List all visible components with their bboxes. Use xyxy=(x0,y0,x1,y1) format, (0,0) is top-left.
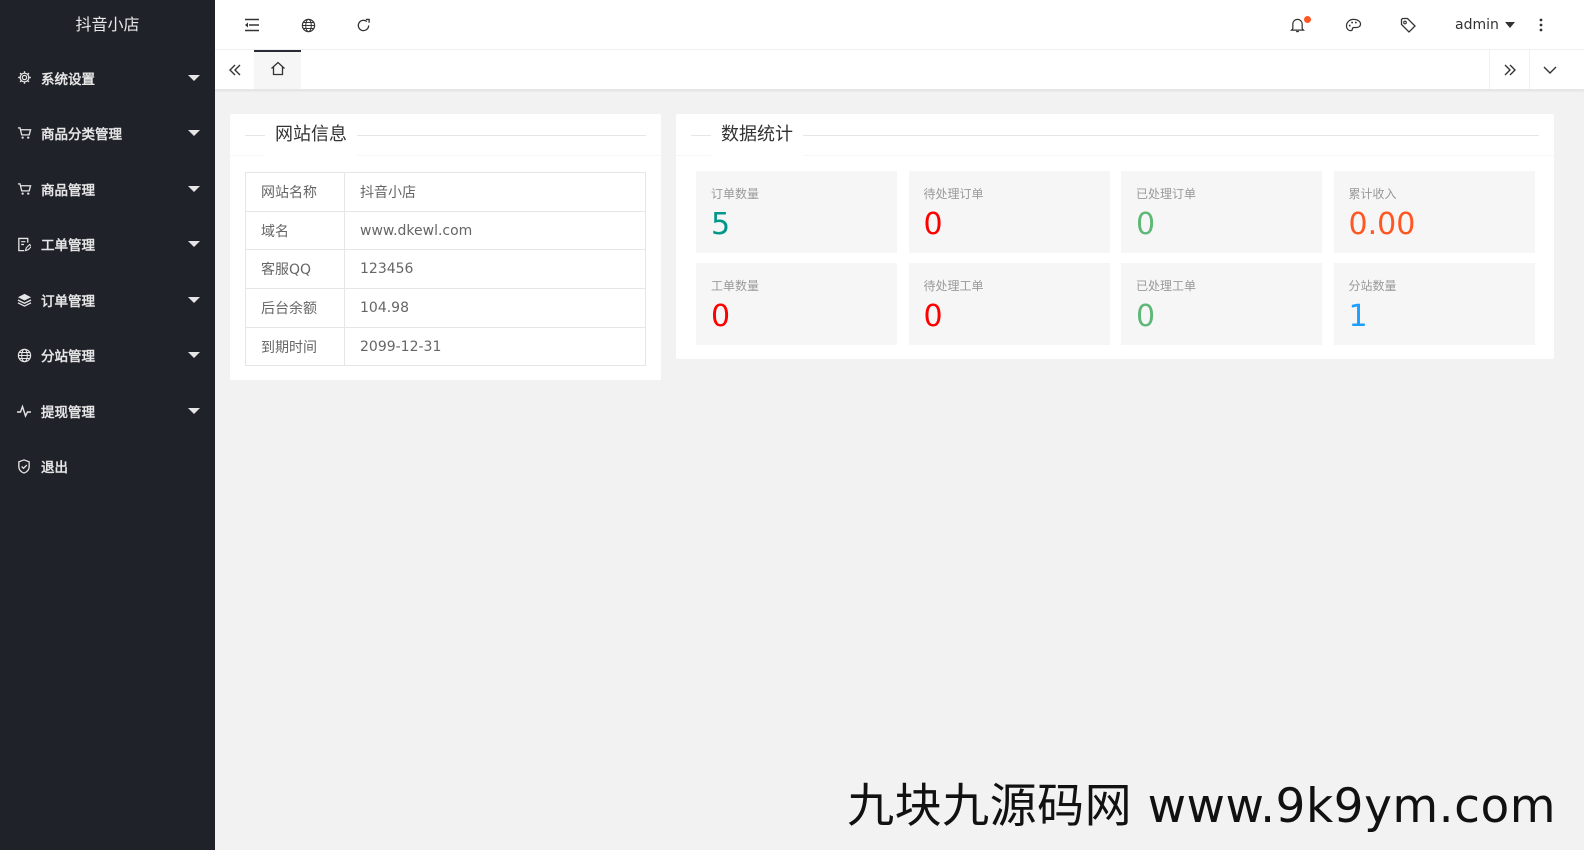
user-menu[interactable]: admin xyxy=(1455,0,1515,50)
stat-tile: 订单数量 5 xyxy=(696,171,897,253)
stat-value: 1 xyxy=(1348,299,1368,334)
globe-icon xyxy=(16,347,32,363)
stat-value: 5 xyxy=(711,207,731,242)
info-value: 2099-12-31 xyxy=(344,326,646,367)
tab-home[interactable] xyxy=(254,50,301,89)
table-row: 域名 www.dkewl.com xyxy=(245,210,646,251)
sidebar-menu: 系统设置商品分类管理 商品管理工单管理订单管理分站管理提现管理退出 xyxy=(0,50,215,494)
stat-label: 分站数量 xyxy=(1348,279,1397,293)
stat-value: 0 xyxy=(923,207,943,242)
caret-down-icon xyxy=(188,185,200,192)
theme-icon[interactable] xyxy=(1333,0,1373,50)
bell-icon[interactable] xyxy=(1277,0,1317,50)
info-value: www.dkewl.com xyxy=(344,210,646,251)
caret-down-icon xyxy=(188,407,200,414)
stats-header: 数据统计 xyxy=(676,114,1554,156)
sidebar-item[interactable]: 分站管理 xyxy=(0,328,215,384)
stat-label: 工单数量 xyxy=(711,279,760,293)
info-key: 网站名称 xyxy=(245,172,345,212)
info-key: 到期时间 xyxy=(245,326,345,367)
stat-tile: 分站数量 1 xyxy=(1333,263,1535,345)
info-key: 后台余额 xyxy=(245,288,345,328)
layers-icon xyxy=(16,292,32,308)
stat-value: 0 xyxy=(923,299,943,334)
stat-label: 已处理订单 xyxy=(1136,187,1197,201)
username: admin xyxy=(1455,17,1499,33)
edit-doc-icon xyxy=(16,236,32,252)
sidebar-item[interactable]: 商品管理 xyxy=(0,161,215,217)
stat-tile: 已处理工单 0 xyxy=(1121,263,1322,345)
chevron-down-icon xyxy=(1504,22,1515,28)
caret-down-icon xyxy=(188,241,200,248)
gear-icon xyxy=(16,70,32,86)
top-header: admin xyxy=(215,0,1584,50)
sidebar-item-label: 分站管理 xyxy=(41,349,95,366)
stat-value: 0.00 xyxy=(1348,207,1416,242)
sidebar: 抖音小店 系统设置商品分类管理 商品管理工单管理订单管理分站管理提现管理退出 xyxy=(0,0,215,850)
site-info-table: 网站名称 抖音小店 域名 www.dkewl.com 客服QQ 123456 后台余额 104… xyxy=(245,172,646,367)
info-value: 123456 xyxy=(344,249,646,290)
table-row: 客服QQ 123456 xyxy=(245,249,646,290)
stat-label: 订单数量 xyxy=(711,187,760,201)
sidebar-item[interactable]: 提现管理 xyxy=(0,383,215,439)
tab-scroll-left-icon[interactable] xyxy=(215,50,255,89)
stat-label: 待处理订单 xyxy=(923,187,984,201)
caret-down-icon xyxy=(188,74,200,81)
info-value: 抖音小店 xyxy=(344,172,646,212)
stat-label: 已处理工单 xyxy=(1136,279,1197,293)
tab-bar xyxy=(215,50,1584,90)
menu-fold-icon[interactable] xyxy=(232,0,272,50)
stat-label: 累计收入 xyxy=(1348,187,1397,201)
site-info-card: 网站信息 网站名称 抖音小店 域名 www.dkewl.com 客服QQ 123456 后台… xyxy=(230,114,661,380)
stats-title: 数据统计 xyxy=(711,114,803,156)
table-row: 后台余额 104.98 xyxy=(245,288,646,328)
sidebar-item-label: 订单管理 xyxy=(41,293,95,310)
stat-tile: 待处理订单 0 xyxy=(908,171,1110,253)
home-icon xyxy=(270,61,286,80)
tag-icon[interactable] xyxy=(1388,0,1428,50)
site-info-title: 网站信息 xyxy=(265,114,357,156)
stats-card: 数据统计 订单数量 5 待处理订单 0 已处理订单 0 累计收入 0.00 工单数量 0 待处理工单… xyxy=(676,114,1554,359)
tab-menu-chevron-down-icon[interactable] xyxy=(1529,50,1569,89)
stat-value: 0 xyxy=(1136,207,1156,242)
sidebar-item-label: 商品分类管理 xyxy=(41,127,122,144)
sidebar-item-label: 工单管理 xyxy=(41,238,95,255)
watermark: 九块九源码网 www.9k9ym.com xyxy=(847,779,1556,834)
table-row: 到期时间 2099-12-31 xyxy=(245,326,646,367)
caret-down-icon xyxy=(188,296,200,303)
sidebar-item[interactable]: 系统设置 xyxy=(0,50,215,106)
more-icon[interactable] xyxy=(1521,0,1561,50)
info-key: 域名 xyxy=(245,210,345,251)
cart-icon xyxy=(16,125,32,141)
stat-tile: 待处理工单 0 xyxy=(908,263,1110,345)
caret-down-icon xyxy=(188,352,200,359)
pulse-icon xyxy=(16,403,32,419)
sidebar-item-label: 系统设置 xyxy=(41,71,95,88)
sidebar-item[interactable]: 工单管理 xyxy=(0,217,215,273)
caret-down-icon xyxy=(188,130,200,137)
stat-tile: 工单数量 0 xyxy=(696,263,897,345)
info-key: 客服QQ xyxy=(245,249,345,290)
sidebar-item-label: 退出 xyxy=(41,460,68,477)
app-logo-title[interactable]: 抖音小店 xyxy=(0,0,215,50)
stat-tile: 累计收入 0.00 xyxy=(1333,171,1535,253)
sidebar-item[interactable]: 退出 xyxy=(0,439,215,495)
cart-icon xyxy=(16,181,32,197)
sidebar-item-label: 商品管理 xyxy=(41,182,95,199)
globe-icon[interactable] xyxy=(288,0,328,50)
sidebar-item[interactable]: 订单管理 xyxy=(0,272,215,328)
shield-icon xyxy=(16,458,32,474)
sidebar-item[interactable]: 商品分类管理 xyxy=(0,106,215,162)
sidebar-item-label: 提现管理 xyxy=(41,404,95,421)
refresh-icon[interactable] xyxy=(343,0,383,50)
info-value: 104.98 xyxy=(344,288,646,328)
site-info-header: 网站信息 xyxy=(230,114,661,156)
stat-value: 0 xyxy=(1136,299,1156,334)
stat-label: 待处理工单 xyxy=(923,279,984,293)
stat-value: 0 xyxy=(711,299,731,334)
tab-scroll-right-icon[interactable] xyxy=(1489,50,1529,89)
table-row: 网站名称 抖音小店 xyxy=(245,172,646,212)
stat-tile: 已处理订单 0 xyxy=(1121,171,1322,253)
notification-dot xyxy=(1304,16,1311,23)
